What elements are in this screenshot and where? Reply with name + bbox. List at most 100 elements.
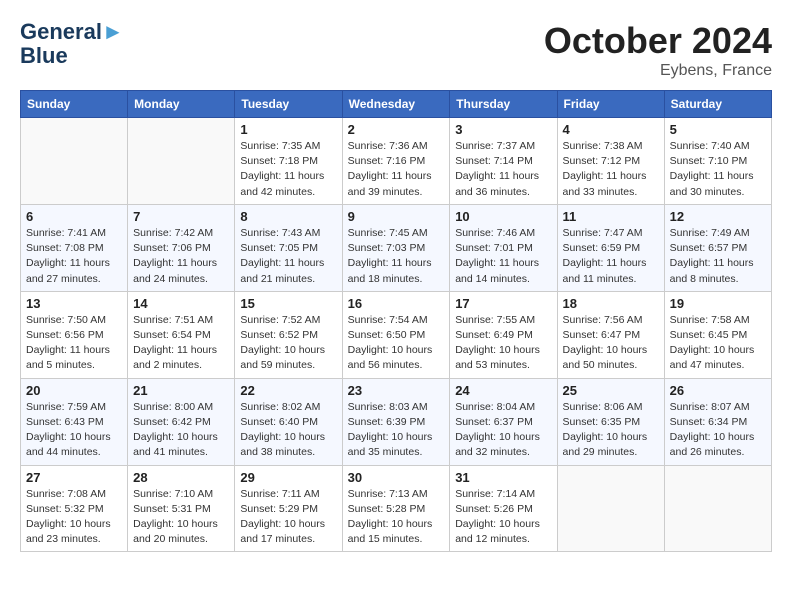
calendar-cell: 3Sunrise: 7:37 AMSunset: 7:14 PMDaylight…: [450, 118, 557, 205]
day-number: 18: [563, 296, 659, 311]
title-block: October 2024 Eybens, France: [544, 20, 772, 80]
day-info: Sunrise: 7:54 AMSunset: 6:50 PMDaylight:…: [348, 313, 445, 374]
location-title: Eybens, France: [544, 62, 772, 80]
day-number: 17: [455, 296, 551, 311]
calendar-cell: 4 Sunrise: 7:38 AMSunset: 7:12 PMDaylight…: [557, 118, 664, 205]
logo: General►Blue: [20, 20, 124, 68]
col-header-wednesday: Wednesday: [342, 91, 450, 118]
calendar-cell: 27 Sunrise: 7:08 AMSunset: 5:32 PMDayligh…: [21, 465, 128, 552]
day-number: 22: [240, 383, 336, 398]
day-info: Sunrise: 7:14 AMSunset: 5:26 PMDaylight:…: [455, 487, 551, 548]
day-number: 26: [670, 383, 766, 398]
month-title: October 2024: [544, 20, 772, 62]
calendar-cell: 19 Sunrise: 7:58 AMSunset: 6:45 PMDayligh…: [664, 291, 771, 378]
day-number: 8: [240, 209, 336, 224]
day-info: Sunrise: 7:08 AMSunset: 5:32 PMDaylight:…: [26, 487, 122, 548]
calendar-cell: [557, 465, 664, 552]
day-number: 13: [26, 296, 122, 311]
calendar-cell: 7 Sunrise: 7:42 AMSunset: 7:06 PMDaylight…: [128, 204, 235, 291]
col-header-friday: Friday: [557, 91, 664, 118]
day-info: Sunrise: 8:00 AMSunset: 6:42 PMDaylight:…: [133, 400, 229, 461]
calendar-cell: 10Sunrise: 7:46 AMSunset: 7:01 PMDayligh…: [450, 204, 557, 291]
day-info: Sunrise: 8:02 AMSunset: 6:40 PMDaylight:…: [240, 400, 336, 461]
calendar-body: 1 Sunrise: 7:35 AMSunset: 7:18 PMDaylight…: [21, 118, 772, 552]
calendar-cell: 24 Sunrise: 8:04 AMSunset: 6:37 PMDayligh…: [450, 378, 557, 465]
calendar-cell: 29 Sunrise: 7:11 AMSunset: 5:29 PMDayligh…: [235, 465, 342, 552]
calendar-cell: [21, 118, 128, 205]
calendar-cell: 31Sunrise: 7:14 AMSunset: 5:26 PMDayligh…: [450, 465, 557, 552]
day-number: 25: [563, 383, 659, 398]
day-number: 23: [348, 383, 445, 398]
day-number: 20: [26, 383, 122, 398]
day-info: Sunrise: 7:13 AMSunset: 5:28 PMDaylight:…: [348, 487, 445, 548]
week-row-3: 13 Sunrise: 7:50 AMSunset: 6:56 PMDayligh…: [21, 291, 772, 378]
calendar-cell: 30 Sunrise: 7:13 AMSunset: 5:28 PMDayligh…: [342, 465, 450, 552]
day-number: 24: [455, 383, 551, 398]
day-number: 6: [26, 209, 122, 224]
calendar-cell: 15 Sunrise: 7:52 AMSunset: 6:52 PMDayligh…: [235, 291, 342, 378]
calendar-cell: 13 Sunrise: 7:50 AMSunset: 6:56 PMDayligh…: [21, 291, 128, 378]
calendar-cell: 14 Sunrise: 7:51 AMSunset: 6:54 PMDayligh…: [128, 291, 235, 378]
day-number: 15: [240, 296, 336, 311]
day-number: 30: [348, 470, 445, 485]
day-info: Sunrise: 8:04 AMSunset: 6:37 PMDaylight:…: [455, 400, 551, 461]
calendar-cell: 28Sunrise: 7:10 AMSunset: 5:31 PMDayligh…: [128, 465, 235, 552]
day-info: Sunrise: 7:51 AMSunset: 6:54 PMDaylight:…: [133, 313, 229, 374]
day-info: Sunrise: 7:37 AMSunset: 7:14 PMDaylight:…: [455, 139, 551, 200]
day-number: 21: [133, 383, 229, 398]
day-info: Sunrise: 8:06 AMSunset: 6:35 PMDaylight:…: [563, 400, 659, 461]
day-number: 1: [240, 122, 336, 137]
day-number: 16: [348, 296, 445, 311]
day-info: Sunrise: 7:43 AMSunset: 7:05 PMDaylight:…: [240, 226, 336, 287]
day-info: Sunrise: 7:38 AMSunset: 7:12 PMDaylight:…: [563, 139, 659, 200]
day-number: 2: [348, 122, 445, 137]
calendar-cell: 17Sunrise: 7:55 AMSunset: 6:49 PMDayligh…: [450, 291, 557, 378]
calendar-cell: 2 Sunrise: 7:36 AMSunset: 7:16 PMDaylight…: [342, 118, 450, 205]
day-number: 7: [133, 209, 229, 224]
day-info: Sunrise: 7:36 AMSunset: 7:16 PMDaylight:…: [348, 139, 445, 200]
page-header: General►Blue October 2024 Eybens, France: [20, 20, 772, 80]
calendar-cell: 21 Sunrise: 8:00 AMSunset: 6:42 PMDayligh…: [128, 378, 235, 465]
day-info: Sunrise: 7:49 AMSunset: 6:57 PMDaylight:…: [670, 226, 766, 287]
calendar-cell: 5Sunrise: 7:40 AMSunset: 7:10 PMDaylight…: [664, 118, 771, 205]
calendar-cell: 18 Sunrise: 7:56 AMSunset: 6:47 PMDayligh…: [557, 291, 664, 378]
calendar-cell: 16 Sunrise: 7:54 AMSunset: 6:50 PMDayligh…: [342, 291, 450, 378]
calendar-cell: 8 Sunrise: 7:43 AMSunset: 7:05 PMDaylight…: [235, 204, 342, 291]
day-info: Sunrise: 7:42 AMSunset: 7:06 PMDaylight:…: [133, 226, 229, 287]
col-header-thursday: Thursday: [450, 91, 557, 118]
calendar-cell: 20 Sunrise: 7:59 AMSunset: 6:43 PMDayligh…: [21, 378, 128, 465]
day-number: 29: [240, 470, 336, 485]
day-info: Sunrise: 7:35 AMSunset: 7:18 PMDaylight:…: [240, 139, 336, 200]
week-row-2: 6 Sunrise: 7:41 AMSunset: 7:08 PMDaylight…: [21, 204, 772, 291]
calendar-cell: 25 Sunrise: 8:06 AMSunset: 6:35 PMDayligh…: [557, 378, 664, 465]
day-info: Sunrise: 7:58 AMSunset: 6:45 PMDaylight:…: [670, 313, 766, 374]
day-number: 9: [348, 209, 445, 224]
day-number: 19: [670, 296, 766, 311]
calendar-header-row: SundayMondayTuesdayWednesdayThursdayFrid…: [21, 91, 772, 118]
day-info: Sunrise: 7:45 AMSunset: 7:03 PMDaylight:…: [348, 226, 445, 287]
day-number: 12: [670, 209, 766, 224]
calendar-cell: 6 Sunrise: 7:41 AMSunset: 7:08 PMDaylight…: [21, 204, 128, 291]
day-info: Sunrise: 7:41 AMSunset: 7:08 PMDaylight:…: [26, 226, 122, 287]
day-info: Sunrise: 7:40 AMSunset: 7:10 PMDaylight:…: [670, 139, 766, 200]
day-info: Sunrise: 8:07 AMSunset: 6:34 PMDaylight:…: [670, 400, 766, 461]
calendar-cell: [664, 465, 771, 552]
day-number: 14: [133, 296, 229, 311]
week-row-4: 20 Sunrise: 7:59 AMSunset: 6:43 PMDayligh…: [21, 378, 772, 465]
day-number: 10: [455, 209, 551, 224]
day-info: Sunrise: 7:50 AMSunset: 6:56 PMDaylight:…: [26, 313, 122, 374]
day-info: Sunrise: 7:56 AMSunset: 6:47 PMDaylight:…: [563, 313, 659, 374]
day-info: Sunrise: 7:59 AMSunset: 6:43 PMDaylight:…: [26, 400, 122, 461]
calendar-cell: [128, 118, 235, 205]
week-row-1: 1 Sunrise: 7:35 AMSunset: 7:18 PMDaylight…: [21, 118, 772, 205]
calendar-cell: 11Sunrise: 7:47 AMSunset: 6:59 PMDayligh…: [557, 204, 664, 291]
day-info: Sunrise: 7:11 AMSunset: 5:29 PMDaylight:…: [240, 487, 336, 548]
calendar-table: SundayMondayTuesdayWednesdayThursdayFrid…: [20, 90, 772, 552]
calendar-cell: 1 Sunrise: 7:35 AMSunset: 7:18 PMDaylight…: [235, 118, 342, 205]
calendar-cell: 26 Sunrise: 8:07 AMSunset: 6:34 PMDayligh…: [664, 378, 771, 465]
day-number: 27: [26, 470, 122, 485]
day-info: Sunrise: 7:52 AMSunset: 6:52 PMDaylight:…: [240, 313, 336, 374]
calendar-cell: 23Sunrise: 8:03 AMSunset: 6:39 PMDayligh…: [342, 378, 450, 465]
calendar-cell: 9 Sunrise: 7:45 AMSunset: 7:03 PMDaylight…: [342, 204, 450, 291]
day-number: 4: [563, 122, 659, 137]
